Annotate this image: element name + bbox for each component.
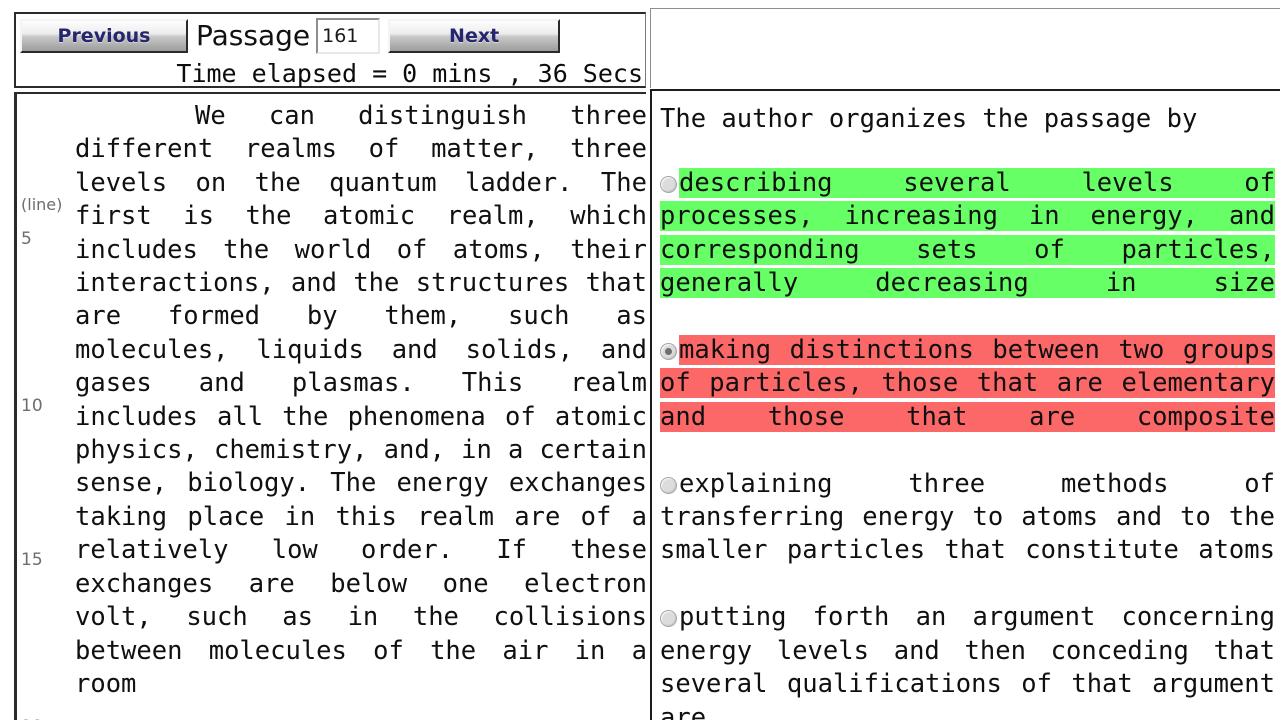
- time-elapsed-text: Time elapsed = 0 mins , 36 Secs: [176, 58, 643, 88]
- answer-option-text-0: describing several levels of processes, …: [660, 168, 1275, 299]
- passage-number-input[interactable]: [316, 18, 381, 54]
- question-stem: The author organizes the passage by: [660, 104, 1198, 134]
- answer-option-text-1: making distinctions between two groups o…: [660, 335, 1275, 432]
- radio-button-3[interactable]: [660, 610, 677, 628]
- answer-option-1[interactable]: making distinctions between two groups o…: [660, 334, 1275, 468]
- radio-button-1[interactable]: [660, 343, 677, 361]
- next-button[interactable]: Next: [388, 19, 561, 53]
- passage-text-panel: (line) 5 10 15 20 We can distinguish thr…: [14, 92, 646, 720]
- passage-controls-row: Previous Passage Next: [16, 14, 645, 58]
- question-panel: The author organizes the passage by desc…: [650, 89, 1280, 720]
- answer-options-list[interactable]: describing several levels of processes, …: [660, 167, 1280, 720]
- passage-navigation-header: Previous Passage Next Time elapsed = 0 m…: [14, 12, 646, 88]
- line-number-gutter: (line) 5 10 15 20: [19, 94, 73, 720]
- line-number-5: 5: [21, 229, 32, 249]
- line-number-15: 15: [21, 550, 43, 570]
- line-number-10: 10: [21, 396, 43, 416]
- previous-button[interactable]: Previous: [20, 19, 188, 53]
- question-column: The author organizes the passage by desc…: [650, 0, 1280, 720]
- passage-quiz-screen: Previous Passage Next Time elapsed = 0 m…: [0, 0, 1280, 720]
- time-elapsed-row: Time elapsed = 0 mins , 36 Secs: [16, 58, 645, 88]
- passage-column: Previous Passage Next Time elapsed = 0 m…: [0, 0, 648, 720]
- answer-option-2[interactable]: explaining three methods of transferring…: [660, 468, 1275, 602]
- answer-option-text-3: putting forth an argument concerning ene…: [660, 602, 1275, 720]
- passage-body-text: We can distinguish three different realm…: [75, 101, 646, 699]
- answer-option-3[interactable]: putting forth an argument concerning ene…: [660, 601, 1275, 720]
- answer-option-text-2: explaining three methods of transferring…: [660, 468, 1275, 566]
- line-marker-label: (line): [21, 195, 63, 214]
- radio-button-0[interactable]: [660, 176, 677, 193]
- passage-label: Passage: [196, 19, 311, 52]
- radio-button-2[interactable]: [660, 476, 677, 494]
- question-header-spacer: [650, 8, 1280, 88]
- answer-option-0[interactable]: describing several levels of processes, …: [660, 167, 1275, 334]
